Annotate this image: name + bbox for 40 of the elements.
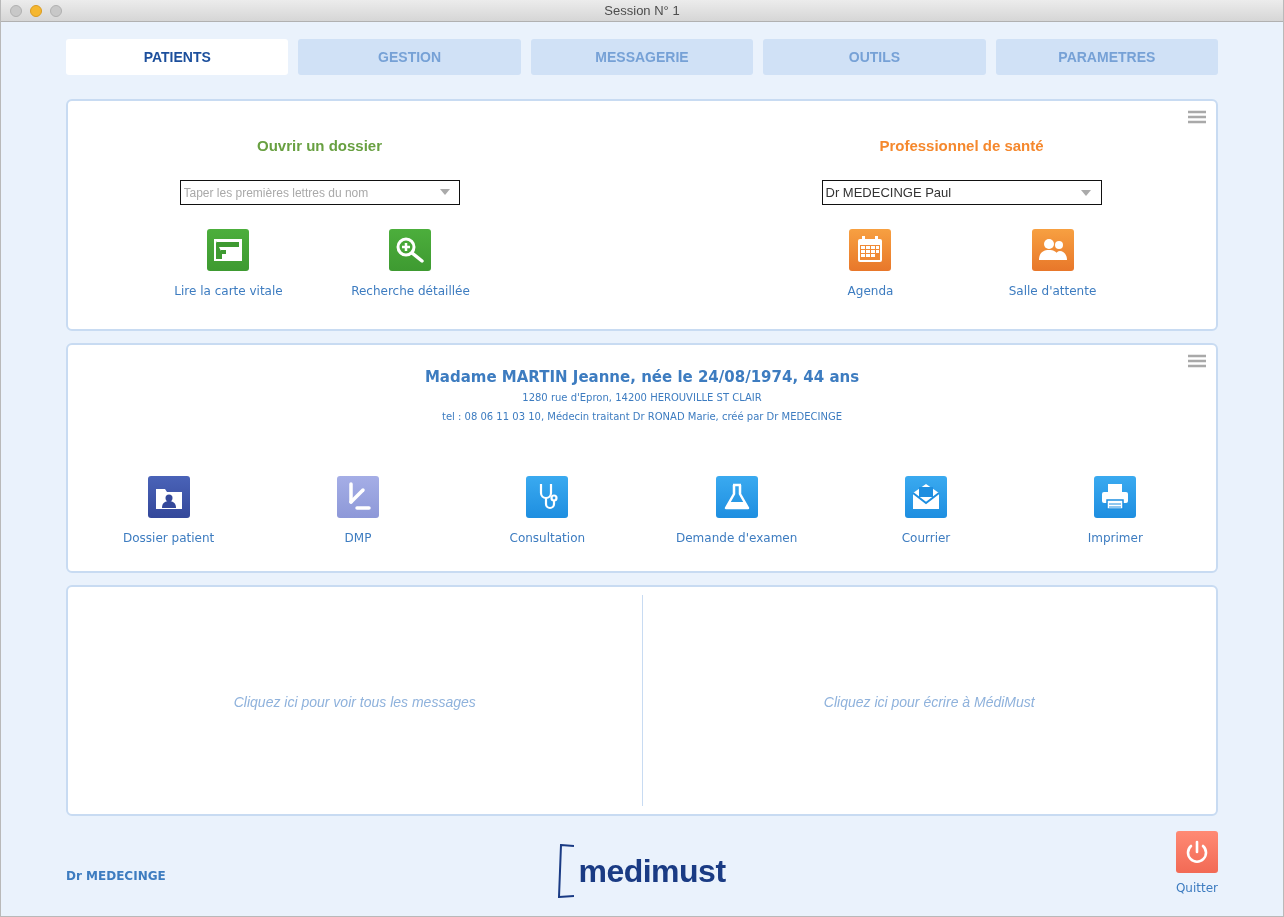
calendar-icon <box>849 229 892 271</box>
magnifier-icon <box>389 229 432 271</box>
patient-file-button[interactable]: Dossier patient <box>123 476 215 545</box>
print-button[interactable]: Imprimer <box>1087 476 1143 545</box>
section-heading: Professionnel de santé <box>879 137 1044 154</box>
envelope-icon <box>905 476 947 518</box>
letter-button[interactable]: Courrier <box>901 476 951 545</box>
people-icon <box>1031 229 1074 271</box>
user-name: Dr MEDECINGE <box>66 869 166 885</box>
logo: medimust <box>578 852 726 890</box>
minimize-icon[interactable] <box>30 5 42 17</box>
zoom-icon[interactable] <box>50 5 62 17</box>
caret-icon <box>1080 189 1091 196</box>
vitale-card-button[interactable]: Lire la carte vitale <box>174 229 283 298</box>
folder-icon <box>147 476 190 518</box>
waiting-room-button[interactable]: Salle d'attente <box>1008 229 1097 298</box>
consultation-button[interactable]: Consultation <box>509 476 586 545</box>
printer-icon <box>1094 476 1137 518</box>
detailed-search-button[interactable]: Recherche détaillée <box>351 229 470 298</box>
quit-button[interactable]: Quitter <box>1175 831 1218 895</box>
dmp-button[interactable]: DMP <box>337 476 379 545</box>
close-icon[interactable] <box>10 5 22 17</box>
agenda-button[interactable]: Agenda <box>847 229 894 298</box>
menu-icon[interactable] <box>1188 110 1206 124</box>
search-field[interactable]: Taper les premières lettres du nom <box>179 180 460 205</box>
flask-icon <box>715 476 758 518</box>
menu-icon[interactable] <box>1188 354 1206 368</box>
window-title: Session N° 1 <box>604 3 680 18</box>
caret-icon[interactable] <box>439 189 450 195</box>
section-heading: Ouvrir un dossier <box>256 137 382 154</box>
exam-request-button[interactable]: Demande d'examen <box>676 476 798 545</box>
patient-address: 1280 rue d'Epron, 14200 HEROUVILLE ST CLAIR <box>522 392 762 403</box>
logo-frame-icon <box>558 844 575 898</box>
card-icon <box>207 229 250 271</box>
practitioner-select[interactable]: Dr MEDECINGE Paul <box>821 180 1102 205</box>
tab[interactable]: PATIENTS <box>66 39 289 75</box>
power-icon <box>1175 831 1218 873</box>
patient-name: Madame MARTIN Jeanne, née le 24/08/1974, 44 ans <box>424 368 860 386</box>
patient-details: tel : 08 06 11 03 10, Médecin traitant Dr RONAD Marie, créé par Dr MEDECINGE <box>442 411 842 422</box>
stethoscope-icon <box>526 476 569 518</box>
